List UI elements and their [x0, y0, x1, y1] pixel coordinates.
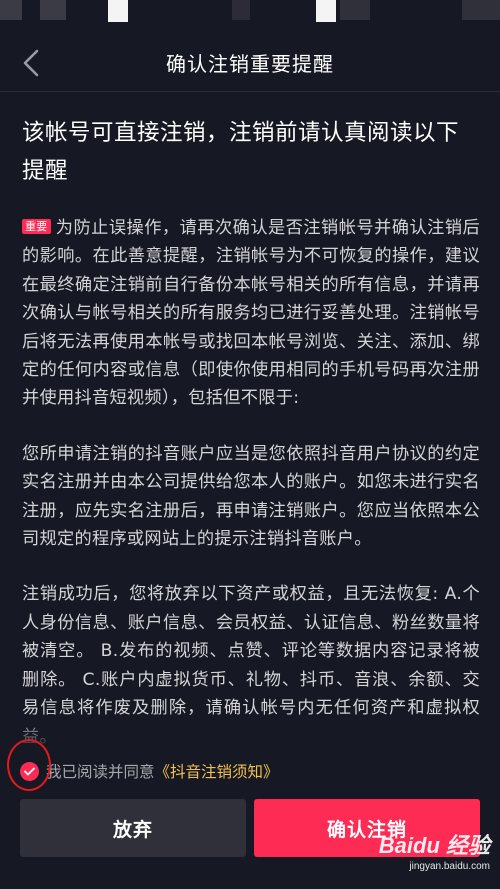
status-bar-blur: [340, 0, 370, 20]
annotation-circle: [7, 739, 51, 791]
header-divider: [0, 91, 500, 92]
page-title: 确认注销重要提醒: [166, 52, 334, 76]
agreement-text: 我已阅读并同意: [46, 763, 155, 781]
watermark-logo: Baidu 经验: [378, 833, 490, 858]
cancel-button[interactable]: 放弃: [20, 799, 246, 857]
content-fade: [0, 712, 500, 752]
nav-header: 确认注销重要提醒: [0, 34, 500, 92]
status-bar-blur: [108, 0, 128, 22]
status-bar-blur: [0, 0, 22, 20]
status-bar-blur: [232, 0, 250, 20]
terms-link[interactable]: 《抖音注销须知》: [155, 760, 279, 782]
content-area[interactable]: 该帐号可直接注销，注销前请认真阅读以下提醒 重要 为防止误操作，请再次确认是否注销…: [22, 114, 480, 751]
agreement-row: 我已阅读并同意 《抖音注销须知》: [20, 758, 279, 784]
status-bar-blur: [316, 0, 336, 22]
account-paragraph: 您所申请注销的抖音账户应当是您依照抖音用户协议的约定实名注册并由本公司提供给您本…: [22, 443, 480, 550]
status-bar-blur: [462, 0, 500, 20]
deactivate-account-screen: 确认注销重要提醒 该帐号可直接注销，注销前请认真阅读以下提醒 重要 为防止误操作，…: [0, 0, 500, 889]
warning-paragraph: 重要 为防止误操作，请再次确认是否注销帐号并确认注销后的影响。在此善意提醒，注销帐…: [22, 214, 480, 413]
watermark-url: jingyan.baidu.com: [409, 861, 490, 872]
baidu-watermark: Baidu 经验 jingyan.baidu.com: [379, 828, 490, 872]
status-bar-blur: [40, 0, 66, 20]
important-badge: 重要: [22, 219, 51, 234]
warning-text: 为防止误操作，请再次确认是否注销帐号并确认注销后的影响。在此善意提醒，注销帐号为…: [22, 218, 480, 409]
headline: 该帐号可直接注销，注销前请认真阅读以下提醒: [22, 120, 460, 184]
status-bar: [0, 0, 500, 26]
